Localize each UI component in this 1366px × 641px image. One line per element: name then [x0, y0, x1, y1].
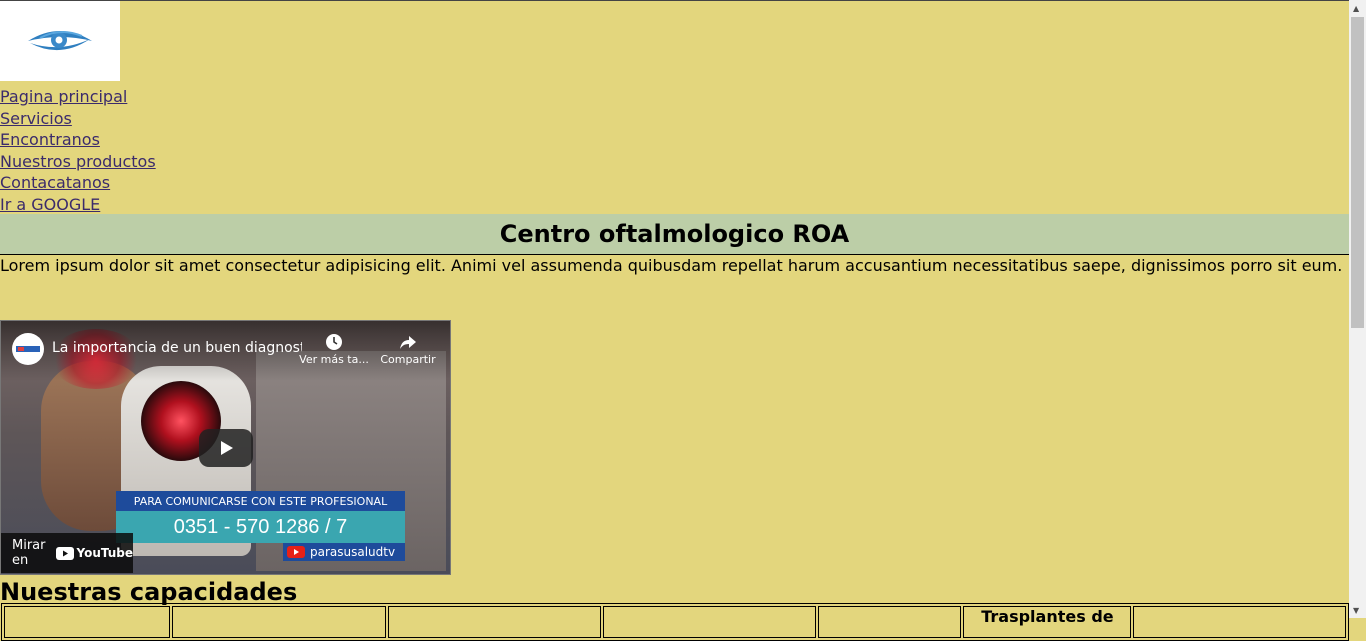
- logo[interactable]: [0, 1, 120, 81]
- scroll-down-arrow-icon[interactable]: ▼: [1353, 606, 1359, 615]
- table-header-row: Trasplantes de: [4, 606, 1346, 638]
- share-icon: [379, 333, 437, 353]
- nav-link-servicios[interactable]: Servicios: [0, 108, 156, 130]
- table-header-cell: [603, 606, 816, 638]
- scroll-up-arrow-icon[interactable]: ▲: [1353, 4, 1359, 13]
- video-banner-caption: PARA COMUNICARSE CON ESTE PROFESIONAL: [116, 491, 405, 511]
- play-icon: [221, 441, 233, 455]
- scrollbar-thumb[interactable]: [1351, 17, 1364, 328]
- table-header-cell: Trasplantes de: [963, 606, 1132, 638]
- watch-later-label: Ver más ta...: [299, 353, 369, 366]
- youtube-embed[interactable]: La importancia de un buen diagnosti... V…: [0, 320, 451, 575]
- nav-link-pagina-principal[interactable]: Pagina principal: [0, 86, 156, 108]
- table-header-cell: [387, 606, 602, 638]
- nav-link-ir-a-google[interactable]: Ir a GOOGLE: [0, 194, 156, 216]
- watch-on-youtube-button[interactable]: Mirar en YouTube: [1, 533, 133, 573]
- nav-link-contacatanos[interactable]: Contacatanos: [0, 172, 156, 194]
- top-border: [0, 0, 1350, 1]
- youtube-logo: YouTube: [56, 546, 133, 560]
- capabilities-table: Trasplantes de: [1, 603, 1349, 641]
- youtube-wordmark: YouTube: [76, 546, 133, 560]
- channel-logo-icon: [16, 346, 40, 352]
- video-banner-channel: parasusaludtv: [283, 543, 405, 561]
- main-nav: Pagina principal Servicios Encontranos N…: [0, 86, 156, 216]
- nav-link-encontranos[interactable]: Encontranos: [0, 129, 156, 151]
- eye-icon: [28, 31, 92, 51]
- table-header-cell: [1133, 606, 1346, 638]
- channel-avatar[interactable]: [12, 333, 44, 365]
- table-header-cell: [817, 606, 962, 638]
- nav-link-nuestros-productos[interactable]: Nuestros productos: [0, 151, 156, 173]
- watch-later-button[interactable]: Ver más ta...: [297, 333, 371, 366]
- video-banner-phone: 0351 - 570 1286 / 7: [116, 511, 405, 543]
- youtube-play-icon: [56, 546, 75, 560]
- play-button[interactable]: [199, 429, 253, 467]
- youtube-small-icon: [287, 546, 305, 558]
- page-title: Centro oftalmologico ROA: [499, 220, 850, 248]
- title-band: Centro oftalmologico ROA: [0, 214, 1349, 255]
- video-banner-channel-name: parasusaludtv: [310, 545, 396, 559]
- table-header-cell: [4, 606, 171, 638]
- clock-icon: [297, 333, 371, 353]
- intro-paragraph: Lorem ipsum dolor sit amet consectetur a…: [0, 256, 1343, 275]
- watch-on-label: Mirar en: [12, 538, 46, 568]
- share-label: Compartir: [380, 353, 436, 366]
- video-title[interactable]: La importancia de un buen diagnosti...: [52, 340, 302, 356]
- table-header-cell: [172, 606, 386, 638]
- share-button[interactable]: Compartir: [379, 333, 437, 366]
- vertical-scrollbar[interactable]: ▲ ▼: [1349, 0, 1366, 618]
